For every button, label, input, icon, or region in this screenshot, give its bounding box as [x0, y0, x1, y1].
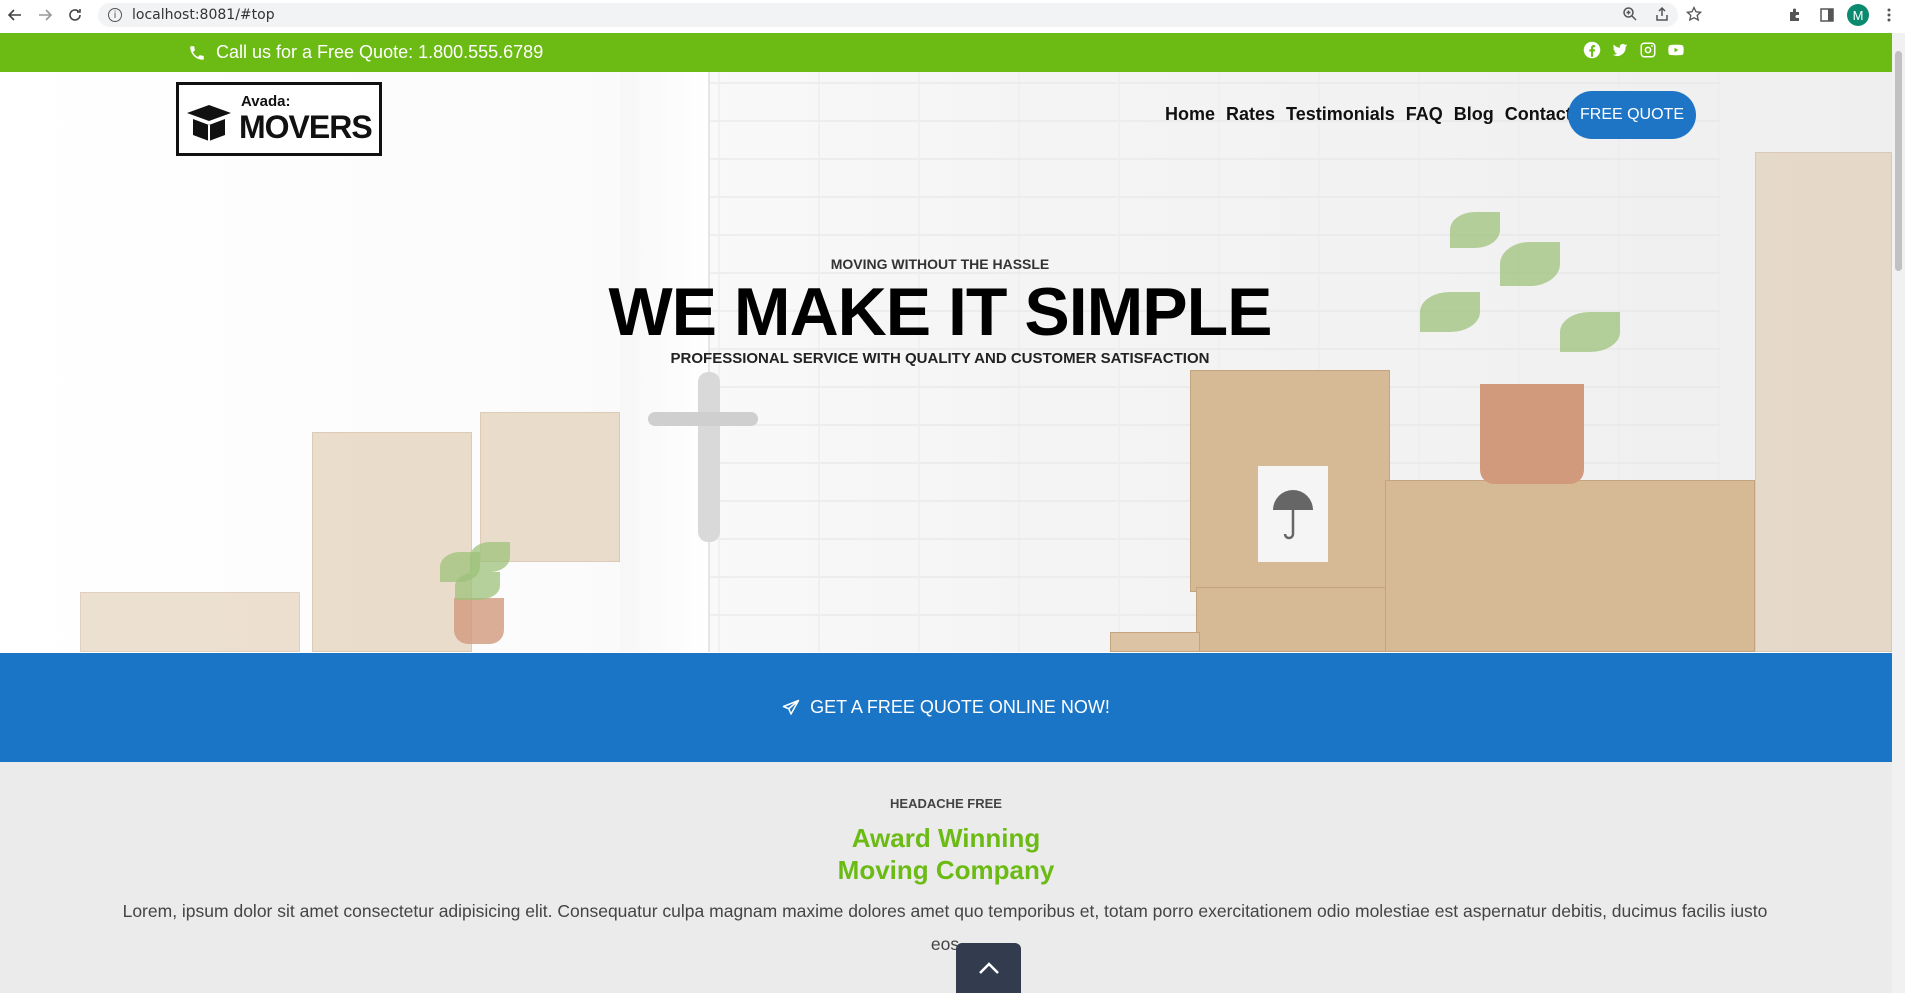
plant-leaf-image	[470, 542, 510, 572]
nav-faq[interactable]: FAQ	[1406, 104, 1443, 125]
box-image	[80, 592, 300, 652]
paper-plane-icon	[782, 699, 800, 715]
social-links	[1583, 41, 1685, 59]
quote-cta-band[interactable]: GET A FREE QUOTE ONLINE NOW!	[0, 653, 1892, 762]
door-handle	[648, 412, 758, 426]
main-nav: Home Rates Testimonials FAQ Blog Contact	[1165, 104, 1572, 125]
side-panel-icon[interactable]	[1815, 3, 1839, 27]
zoom-icon[interactable]	[1619, 3, 1641, 25]
plant-leaf-image	[1500, 242, 1560, 286]
box-image	[1755, 152, 1892, 652]
address-url[interactable]: localhost:8081/#top	[132, 7, 275, 23]
box-image	[312, 432, 472, 652]
share-icon[interactable]	[1651, 3, 1673, 25]
chevron-up-icon	[978, 962, 999, 974]
section-title: Award Winning Moving Company	[0, 822, 1892, 886]
phone-icon	[190, 45, 204, 60]
page-scrollbar[interactable]	[1892, 33, 1905, 993]
twitter-icon[interactable]	[1611, 41, 1629, 59]
page-viewport: Call us for a Free Quote: 1.800.555.6789	[0, 33, 1892, 993]
address-bar[interactable]: i localhost:8081/#top	[98, 3, 1678, 27]
bookmark-star-icon[interactable]	[1683, 3, 1705, 25]
section-title-line1: Award Winning	[851, 823, 1041, 853]
plant-pot-image	[454, 598, 504, 644]
nav-home[interactable]: Home	[1165, 104, 1215, 125]
free-quote-button[interactable]: FREE QUOTE	[1568, 91, 1696, 139]
umbrella-label-icon	[1258, 466, 1328, 562]
reload-icon[interactable]	[60, 0, 90, 30]
browser-actions: M	[1783, 3, 1901, 27]
hero-subline: PROFESSIONAL SERVICE WITH QUALITY AND CU…	[670, 350, 1210, 367]
instagram-icon[interactable]	[1639, 41, 1657, 59]
quote-cta-text: GET A FREE QUOTE ONLINE NOW!	[810, 697, 1110, 717]
nav-rates[interactable]: Rates	[1226, 104, 1275, 125]
extensions-icon[interactable]	[1783, 3, 1807, 27]
phone-text: Call us for a Free Quote: 1.800.555.6789	[216, 42, 544, 62]
door-handle-plate	[698, 372, 720, 542]
plant-leaf-image	[455, 572, 500, 600]
plant-pot-image	[1480, 384, 1584, 484]
scrollbar-thumb[interactable]	[1895, 51, 1902, 271]
nav-contact[interactable]: Contact	[1505, 104, 1572, 125]
scroll-to-top-button[interactable]	[956, 943, 1021, 993]
box-image	[480, 412, 620, 562]
plant-leaf-image	[1560, 312, 1620, 352]
omnibox-actions	[1619, 3, 1705, 25]
box-image	[1385, 480, 1755, 652]
section-eyebrow: HEADACHE FREE	[890, 796, 1002, 811]
facebook-icon[interactable]	[1583, 41, 1601, 59]
hero-headline: WE MAKE IT SIMPLE	[608, 274, 1273, 350]
plant-leaf-image	[1450, 212, 1500, 248]
menu-kebab-icon[interactable]	[1877, 3, 1901, 27]
about-section: HEADACHE FREE Award Winning Moving Compa…	[0, 762, 1892, 993]
logo-big-text: MOVERS	[239, 109, 373, 145]
section-body: Lorem, ipsum dolor sit amet consectetur …	[122, 901, 1768, 954]
nav-blog[interactable]: Blog	[1454, 104, 1494, 125]
top-contact-bar: Call us for a Free Quote: 1.800.555.6789	[0, 33, 1892, 72]
section-title-line2: Moving Company	[837, 855, 1055, 885]
logo-small-text: Avada:	[241, 93, 291, 110]
phone-contact[interactable]: Call us for a Free Quote: 1.800.555.6789	[188, 42, 543, 63]
moving-box-logo-icon	[187, 105, 231, 141]
hero-text: MOVING WITHOUT THE HASSLE WE MAKE IT SIM…	[440, 256, 1440, 367]
hero-kicker: MOVING WITHOUT THE HASSLE	[830, 256, 1050, 272]
browser-toolbar: i localhost:8081/#top M	[0, 0, 1905, 30]
box-image	[1110, 632, 1200, 652]
nav-testimonials[interactable]: Testimonials	[1286, 104, 1395, 125]
site-info-icon[interactable]: i	[108, 8, 122, 22]
box-image	[1196, 587, 1386, 652]
youtube-icon[interactable]	[1667, 41, 1685, 59]
hero-section: Avada: MOVERS Home Rates Testimonials FA…	[0, 72, 1892, 652]
back-icon[interactable]	[0, 0, 30, 30]
forward-icon[interactable]	[30, 0, 60, 30]
profile-avatar[interactable]: M	[1847, 4, 1869, 26]
site-logo[interactable]: Avada: MOVERS	[176, 82, 382, 156]
